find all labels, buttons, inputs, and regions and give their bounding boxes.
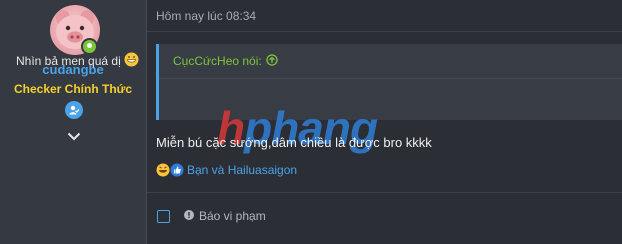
select-post-checkbox[interactable] [157,210,170,223]
avatar[interactable] [50,5,100,55]
verified-badge-icon [65,101,83,119]
quote-jump-icon[interactable] [266,53,278,69]
quote-text: Nhìn bả men quá dị [16,54,121,68]
quote-author: CụcCứcHeo nói: [173,54,262,68]
chevron-down-icon[interactable] [65,128,83,144]
report-icon [184,209,194,223]
report-label: Báo vi phạm [199,209,266,223]
grin-emoji-icon [124,52,139,70]
haha-reaction-icon [156,163,170,177]
post-message: Miễn bú cặc sướng,dâm chiều là được bro … [156,135,432,150]
quote-author-link[interactable]: CụcCứcHeo nói: [173,53,278,69]
user-sidebar: cudangbe Checker Chính Thức [0,0,147,244]
reactions-bar[interactable]: Bạn và Hailuasaigon [156,163,297,177]
like-reaction-icon [170,163,184,177]
divider [147,31,622,32]
reactions-users-link[interactable]: Bạn và Hailuasaigon [187,163,297,177]
quote-text-row: Nhìn bả men quá dị [16,52,139,70]
user-title: Checker Chính Thức [13,82,133,96]
quote-header: CụcCứcHeo nói: [159,44,622,79]
post-timestamp[interactable]: Hôm nay lúc 08:34 [156,9,256,23]
report-button[interactable]: Báo vi phạm [184,209,266,223]
divider [147,192,622,193]
